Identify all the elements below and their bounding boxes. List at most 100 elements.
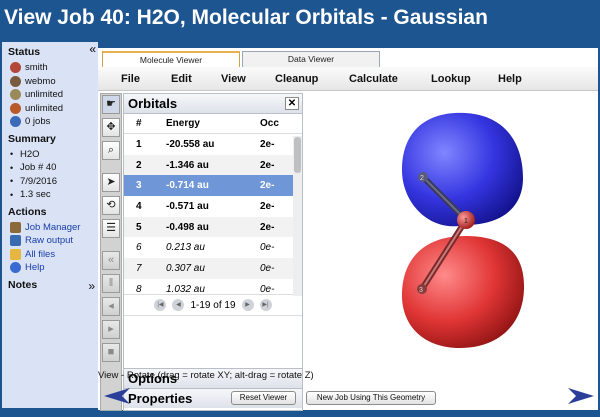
summary-item: • 1.3 sec [10, 189, 51, 201]
help-link[interactable]: Help [25, 262, 45, 273]
job-manager-link[interactable]: Job Manager [25, 222, 80, 233]
menu-calculate[interactable]: Calculate [349, 73, 398, 85]
status-item-time: unlimited [10, 102, 98, 116]
select-arrow-icon[interactable]: ➤ [102, 173, 120, 192]
sidebar-collapse-icon[interactable]: « [89, 43, 96, 55]
jobs-icon [10, 116, 21, 128]
molecule-viewer-canvas[interactable]: 1 2 3 [305, 93, 598, 368]
user-icon [10, 62, 21, 74]
tool-palette: ☛ ✥ ⌕ ➤ ⟲ ☰ « ‖ ◂ ▸ ■ [100, 93, 122, 411]
raw-output-icon [10, 235, 21, 247]
scroll-thumb[interactable] [294, 137, 301, 173]
adjust-icon[interactable]: ⟲ [102, 196, 120, 215]
menu-bar: File Edit View Cleanup Calculate Lookup … [98, 67, 598, 91]
status-webmo-label: webmo [25, 75, 56, 87]
back-arrow-icon[interactable] [104, 388, 130, 404]
notes-heading: Notes [8, 278, 38, 291]
step-back-icon[interactable]: ◂ [102, 297, 120, 316]
step-forward-icon[interactable]: ▸ [102, 320, 120, 339]
orbitals-column-headers: # Energy Occ [124, 114, 302, 134]
tab-molecule-viewer[interactable]: Molecule Viewer [102, 51, 240, 67]
tab-data-viewer[interactable]: Data Viewer [242, 51, 380, 67]
disk-icon [10, 89, 21, 101]
action-help[interactable]: Help [10, 261, 98, 275]
tab-bar: Molecule Viewer Data Viewer [98, 48, 598, 67]
table-row[interactable]: 8 1.032 au 0e- [124, 279, 302, 294]
raw-output-link[interactable]: Raw output [25, 235, 73, 246]
col-number[interactable]: # [124, 118, 160, 129]
rewind-icon[interactable]: « [102, 251, 120, 270]
orbitals-title: Orbitals [128, 96, 178, 111]
orbitals-header: Orbitals ✕ [124, 94, 302, 114]
action-job-manager[interactable]: Job Manager [10, 221, 98, 235]
status-user-label: smith [25, 62, 48, 74]
menu-file[interactable]: File [121, 73, 140, 85]
menu-edit[interactable]: Edit [171, 73, 192, 85]
orbitals-pager: |◀ ◀ 1-19 of 19 ▶ ▶| [124, 294, 302, 316]
orbital-render[interactable]: 1 2 3 [305, 93, 598, 368]
folder-icon [10, 248, 21, 260]
first-page-icon[interactable]: |◀ [154, 299, 167, 311]
new-job-button[interactable]: New Job Using This Geometry [306, 391, 436, 405]
pager-text: 1-19 of 19 [190, 299, 236, 311]
translate-icon[interactable]: ✥ [102, 118, 120, 137]
webmo-icon [10, 75, 21, 87]
close-icon[interactable]: ✕ [285, 97, 299, 110]
status-text: View - Rotate (drag = rotate XY; alt-dra… [98, 370, 314, 381]
summary-item: • Job # 40 [10, 162, 57, 174]
status-disk-label: unlimited [25, 89, 64, 101]
menu-lookup[interactable]: Lookup [431, 73, 471, 85]
atom-label-1: 1 [464, 218, 468, 225]
stop-icon[interactable]: ■ [102, 343, 120, 362]
action-all-files[interactable]: All files [10, 248, 98, 262]
all-files-link[interactable]: All files [25, 249, 55, 260]
table-row[interactable]: 5 -0.498 au 2e- [124, 216, 302, 238]
status-item-webmo: webmo [10, 75, 98, 89]
last-page-icon[interactable]: ▶| [259, 299, 272, 311]
atom-label-3: 3 [419, 287, 423, 294]
reset-viewer-button[interactable]: Reset Viewer [231, 391, 296, 405]
table-row[interactable]: 1 -20.558 au 2e- [124, 134, 302, 155]
job-manager-icon [10, 221, 21, 233]
status-item-jobs: 0 jobs [10, 115, 98, 129]
table-row[interactable]: 2 -1.346 au 2e- [124, 154, 302, 176]
table-row[interactable]: 6 0.213 au 0e- [124, 237, 302, 258]
status-item-disk: unlimited [10, 88, 98, 102]
zoom-icon[interactable]: ⌕ [102, 141, 120, 160]
action-raw-output[interactable]: Raw output [10, 234, 98, 248]
notes-expand-icon[interactable]: » [88, 279, 95, 293]
clock-icon [10, 102, 21, 114]
menu-cleanup[interactable]: Cleanup [275, 73, 318, 85]
col-energy[interactable]: Energy [160, 118, 252, 129]
next-page-icon[interactable]: ▶ [241, 299, 254, 311]
table-row[interactable]: 7 0.307 au 0e- [124, 258, 302, 279]
summary-date: 7/9/2016 [20, 175, 57, 187]
orbitals-scrollbar[interactable] [293, 136, 302, 296]
sidebar: « Status smith webmo unlimited unlimited… [2, 42, 98, 408]
summary-item: • H2O [10, 148, 40, 160]
main-panel: Molecule Viewer Data Viewer File Edit Vi… [98, 48, 598, 411]
bottom-bar: Reset Viewer New Job Using This Geometry [98, 384, 598, 410]
summary-item: • 7/9/2016 [10, 175, 57, 187]
prev-page-icon[interactable]: ◀ [172, 299, 185, 311]
col-occupancy[interactable]: Occ [252, 118, 290, 129]
status-heading: Status [8, 46, 41, 58]
actions-heading: Actions [8, 205, 47, 218]
status-time-label: unlimited [25, 102, 64, 114]
table-row-selected[interactable]: 3 -0.714 au 2e- [124, 175, 302, 197]
orbital-lobe-blue [401, 112, 523, 227]
help-icon [10, 262, 21, 274]
rotate-hand-icon[interactable]: ☛ [102, 95, 120, 114]
forward-arrow-icon[interactable] [568, 388, 594, 404]
atom-label-2: 2 [420, 175, 424, 182]
notes-section: Notes » [2, 275, 98, 296]
menu-help[interactable]: Help [498, 73, 522, 85]
table-row[interactable]: 4 -0.571 au 2e- [124, 196, 302, 217]
list-icon[interactable]: ☰ [102, 219, 120, 238]
status-item-user: smith [10, 61, 98, 75]
summary-molecule: H2O [20, 148, 40, 160]
pause-icon[interactable]: ‖ [102, 274, 120, 293]
menu-view[interactable]: View [221, 73, 246, 85]
summary-heading: Summary [8, 132, 56, 145]
status-jobs-label: 0 jobs [25, 116, 51, 128]
